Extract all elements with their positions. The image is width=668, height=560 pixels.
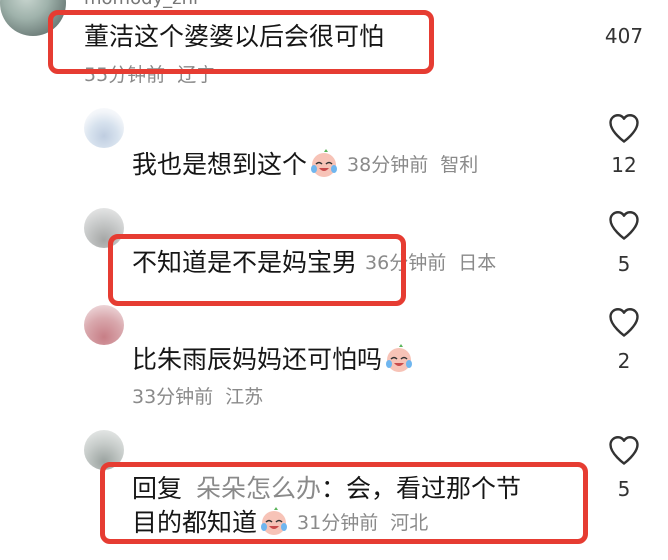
comment-text: ：会，看过那个节: [321, 474, 522, 503]
comment-text: 目的都知道: [132, 508, 258, 537]
like-count: 12: [611, 153, 637, 177]
avatar[interactable]: [84, 208, 124, 248]
comment-text-line: 目的都知道 31分钟前 河北: [132, 506, 428, 540]
comment-meta: 38分钟前 智利: [347, 154, 478, 176]
comment-meta: 36分钟前 日本: [365, 252, 496, 274]
like-count: 2: [617, 349, 631, 373]
comment-time: 31分钟前: [297, 512, 379, 534]
comment-text: 比朱雨辰妈妈还可怕吗: [132, 345, 383, 374]
comment-text-line: 不知道是不是妈宝男 36分钟前 日本: [132, 246, 496, 280]
avatar[interactable]: [84, 108, 124, 148]
avatar[interactable]: [84, 430, 124, 470]
comment-location: 智利: [440, 154, 479, 176]
crying-laughing-peach-emoji: [386, 344, 413, 372]
comment-text: 我也是想到这个: [132, 150, 308, 179]
comment-location: 辽宁: [177, 64, 216, 86]
reply-label: 回复: [132, 474, 183, 503]
comment-text: 董洁这个婆婆以后会很可怕: [84, 22, 385, 51]
comment-username[interactable]: momody_zhi: [84, 0, 198, 9]
reply-to-username[interactable]: 朵朵怎么办: [196, 474, 321, 503]
crying-laughing-peach-emoji: [261, 507, 288, 535]
like-count: 5: [617, 477, 631, 501]
crying-laughing-peach-emoji: [311, 149, 338, 177]
like-count: 407: [604, 24, 644, 48]
comment-meta: 31分钟前 河北: [297, 512, 428, 534]
heart-outline-icon[interactable]: [606, 304, 642, 340]
comment-text-line: 我也是想到这个 38分钟前 智利: [132, 148, 478, 182]
comment-location: 江苏: [225, 386, 264, 408]
like-count: 5: [617, 252, 631, 276]
comment-text-line: 比朱雨辰妈妈还可怕吗: [132, 343, 414, 377]
comment-time: 36分钟前: [365, 252, 447, 274]
heart-outline-icon[interactable]: [606, 110, 642, 146]
avatar[interactable]: [84, 305, 124, 345]
comment-meta: 33分钟前 江苏: [132, 382, 263, 409]
comment-meta: 55分钟前 辽宁: [84, 60, 215, 87]
comment-text: 不知道是不是妈宝男: [132, 248, 358, 277]
heart-outline-icon[interactable]: [606, 207, 642, 243]
comment-location: 日本: [458, 252, 497, 274]
comment-time: 33分钟前: [132, 386, 214, 408]
comment-time: 38分钟前: [347, 154, 429, 176]
avatar[interactable]: [0, 0, 66, 36]
heart-outline-icon[interactable]: [606, 432, 642, 468]
comment-time: 55分钟前: [84, 64, 166, 86]
comment-text-line: 回复 朵朵怎么办：会，看过那个节: [132, 472, 521, 506]
comment-location: 河北: [390, 512, 429, 534]
